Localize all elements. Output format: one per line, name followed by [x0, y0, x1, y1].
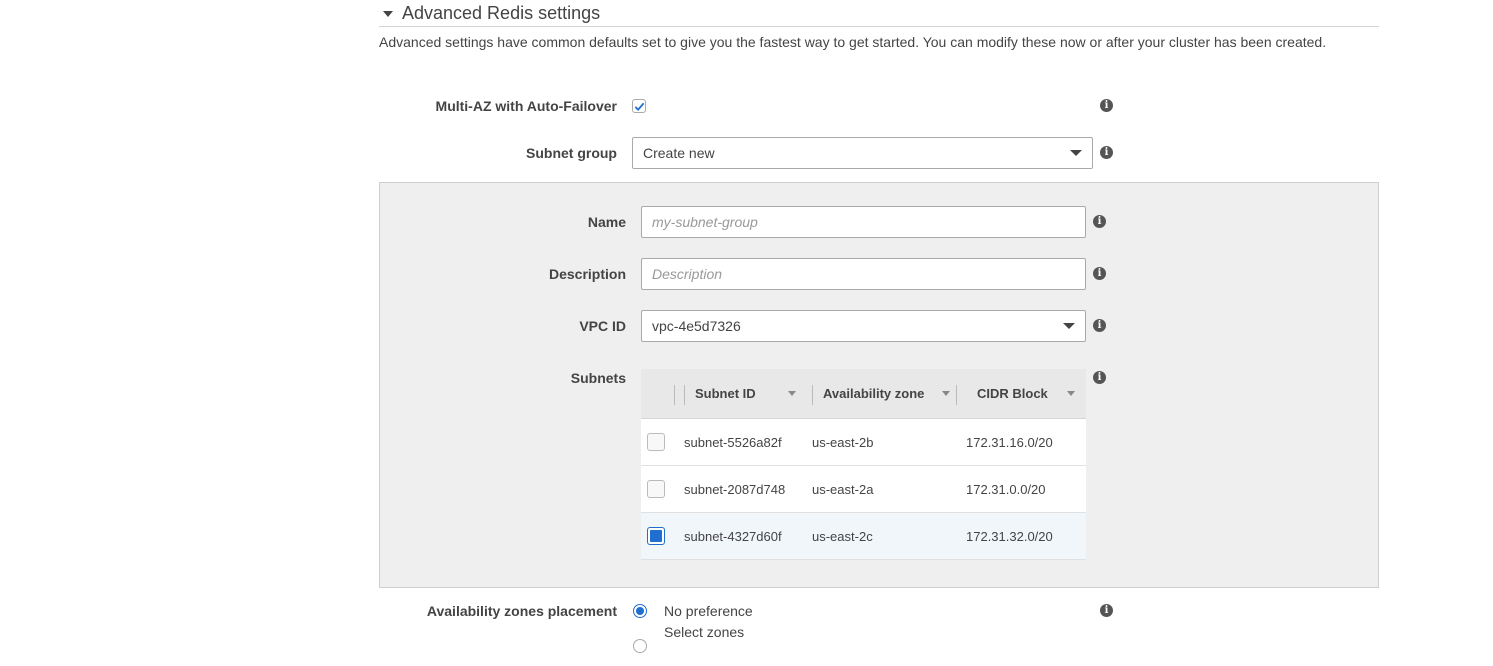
- name-placeholder: my-subnet-group: [652, 214, 758, 230]
- radio-select-zones[interactable]: [633, 639, 647, 653]
- table-row[interactable]: subnet-5526a82f us-east-2b 172.31.16.0/2…: [641, 419, 1086, 466]
- row-checkbox[interactable]: [647, 480, 665, 498]
- subnet-group-name-input[interactable]: my-subnet-group: [641, 206, 1086, 238]
- info-icon[interactable]: i: [1100, 604, 1113, 617]
- column-header-cidr-block[interactable]: CIDR Block: [977, 369, 1048, 418]
- section-toggle[interactable]: Advanced Redis settings: [383, 0, 600, 26]
- vpc-id-label: VPC ID: [579, 318, 626, 334]
- subnet-group-label: Subnet group: [526, 145, 617, 161]
- chevron-down-icon: [1063, 323, 1075, 329]
- column-divider: [956, 385, 957, 405]
- description-placeholder: Description: [652, 266, 723, 282]
- az-placement-label: Availability zones placement: [426, 603, 617, 619]
- info-icon[interactable]: i: [1093, 267, 1106, 280]
- section-description: Advanced settings have common defaults s…: [379, 34, 1327, 50]
- column-divider: [684, 385, 685, 405]
- info-icon[interactable]: i: [1093, 215, 1106, 228]
- table-row[interactable]: subnet-2087d748 us-east-2a 172.31.0.0/20: [641, 466, 1086, 513]
- section-title: Advanced Redis settings: [402, 2, 601, 23]
- radio-label-no-preference[interactable]: No preference: [664, 603, 753, 619]
- availability-zone-cell: us-east-2b: [812, 434, 874, 450]
- subnet-id-cell: subnet-4327d60f: [684, 528, 782, 544]
- subnet-id-cell: subnet-2087d748: [684, 481, 786, 497]
- table-header: Subnet ID Availability zone CIDR Block: [641, 369, 1086, 419]
- checkmark-icon: [634, 102, 644, 111]
- section-divider: [379, 26, 1379, 27]
- chevron-down-icon: [1070, 150, 1082, 156]
- column-header-availability-zone[interactable]: Availability zone: [823, 369, 924, 418]
- info-icon[interactable]: i: [1093, 371, 1106, 384]
- info-icon[interactable]: i: [1100, 99, 1113, 112]
- column-divider: [674, 385, 675, 405]
- subnet-group-select[interactable]: Create new: [632, 137, 1093, 169]
- sort-icon[interactable]: [788, 391, 796, 396]
- column-divider: [812, 385, 813, 405]
- row-checkbox[interactable]: [647, 433, 665, 451]
- subnet-id-cell: subnet-5526a82f: [684, 434, 782, 450]
- subnet-group-value: Create new: [643, 145, 715, 161]
- column-header-subnet-id[interactable]: Subnet ID: [695, 369, 756, 418]
- multi-az-label: Multi-AZ with Auto-Failover: [435, 98, 617, 114]
- vpc-id-value: vpc-4e5d7326: [652, 318, 741, 334]
- info-icon[interactable]: i: [1100, 146, 1113, 159]
- name-label: Name: [587, 214, 626, 230]
- sort-icon[interactable]: [942, 391, 950, 396]
- subnets-table: Subnet ID Availability zone CIDR Block s…: [641, 369, 1086, 560]
- sort-icon[interactable]: [1067, 391, 1075, 396]
- description-label: Description: [548, 266, 626, 282]
- cidr-block-cell: 172.31.0.0/20: [966, 481, 1046, 497]
- info-icon[interactable]: i: [1093, 319, 1106, 332]
- caret-down-icon: [383, 11, 393, 17]
- radio-no-preference[interactable]: [633, 604, 647, 618]
- row-checkbox[interactable]: [647, 527, 665, 545]
- cidr-block-cell: 172.31.32.0/20: [966, 528, 1053, 544]
- subnets-label: Subnets: [570, 370, 626, 386]
- vpc-id-select[interactable]: vpc-4e5d7326: [641, 310, 1086, 342]
- availability-zone-cell: us-east-2c: [812, 528, 873, 544]
- multi-az-checkbox[interactable]: [632, 99, 646, 113]
- table-row[interactable]: subnet-4327d60f us-east-2c 172.31.32.0/2…: [641, 513, 1086, 560]
- radio-label-select-zones[interactable]: Select zones: [664, 624, 744, 640]
- cidr-block-cell: 172.31.16.0/20: [966, 434, 1053, 450]
- subnet-group-description-input[interactable]: Description: [641, 258, 1086, 290]
- availability-zone-cell: us-east-2a: [812, 481, 874, 497]
